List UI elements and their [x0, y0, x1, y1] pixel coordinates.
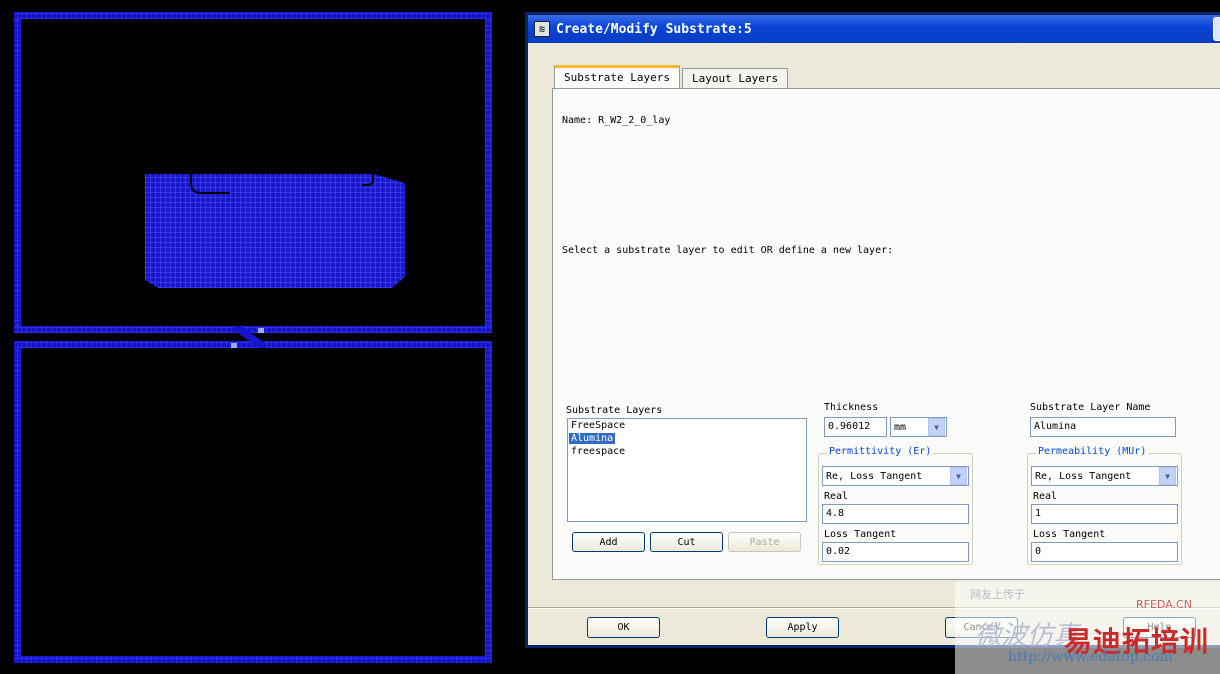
resistor-pad — [145, 174, 405, 288]
thickness-input[interactable]: 0.96012 — [824, 417, 887, 437]
permittivity-group: Permittivity (Er) Re, Loss Tangent ▼ Rea… — [818, 446, 973, 565]
app-icon: ≋ — [534, 21, 550, 37]
ground-plane-bottom — [14, 341, 492, 663]
chevron-down-icon[interactable]: ▼ — [950, 467, 967, 485]
cut-button[interactable]: Cut — [650, 532, 723, 552]
title-bar[interactable]: ≋ Create/Modify Substrate:5 — [528, 15, 1220, 43]
pad-notch — [190, 174, 230, 194]
permittivity-real-label: Real — [824, 491, 849, 502]
watermark-text-url: http://www.edatop.com — [1008, 649, 1173, 665]
permeability-loss-label: Loss Tangent — [1033, 529, 1106, 540]
chevron-down-icon[interactable]: ▼ — [928, 418, 945, 436]
port-marker-1 — [258, 328, 264, 333]
permeability-loss-input[interactable]: 0 — [1031, 542, 1178, 562]
footer-separator-highlight — [528, 608, 1220, 609]
thickness-unit-value: mm — [894, 421, 907, 433]
thickness-unit-select[interactable]: mm ▼ — [890, 417, 947, 437]
layout-canvas[interactable] — [0, 0, 520, 674]
substrate-name: Name: R_W2_2_0_lay — [562, 115, 671, 126]
list-item[interactable]: freespace — [568, 445, 806, 458]
paste-button[interactable]: Paste — [728, 532, 801, 552]
chevron-down-icon[interactable]: ▼ — [1159, 467, 1176, 485]
permeability-label: Permeability (MUr) — [1036, 446, 1149, 457]
close-button[interactable] — [1213, 17, 1220, 41]
permeability-real-input[interactable]: 1 — [1031, 504, 1178, 524]
apply-button[interactable]: Apply — [766, 617, 839, 638]
tab-panel: Name: R_W2_2_0_lay Select a substrate la… — [552, 88, 1220, 580]
permittivity-loss-input[interactable]: 0.02 — [822, 542, 969, 562]
permittivity-label: Permittivity (Er) — [827, 446, 934, 457]
permeability-real-label: Real — [1033, 491, 1058, 502]
permeability-mode-value: Re, Loss Tangent — [1035, 470, 1132, 482]
substrate-layers-label: Substrate Layers — [566, 405, 663, 416]
list-item[interactable]: FreeSpace — [568, 419, 806, 432]
add-button[interactable]: Add — [572, 532, 645, 552]
substrate-layers-list[interactable]: FreeSpace Alumina freespace — [567, 418, 807, 522]
thickness-label: Thickness — [824, 402, 879, 413]
substrate-dialog: ≋ Create/Modify Substrate:5 Substrate La… — [525, 12, 1220, 648]
instruction-text: Select a substrate layer to edit OR defi… — [562, 245, 894, 256]
ok-button[interactable]: OK — [587, 617, 660, 638]
pad-notch-right — [362, 174, 374, 186]
permittivity-mode-value: Re, Loss Tangent — [826, 470, 923, 482]
port-marker-2 — [231, 343, 237, 348]
permittivity-loss-label: Loss Tangent — [824, 529, 897, 540]
permeability-mode-select[interactable]: Re, Loss Tangent ▼ — [1031, 466, 1178, 486]
layer-name-input[interactable]: Alumina — [1030, 417, 1176, 437]
watermark-text-upload: 网友上传于 — [970, 588, 1025, 601]
watermark-text-rfeda: RFEDA.CN — [1136, 598, 1192, 611]
permittivity-mode-select[interactable]: Re, Loss Tangent ▼ — [822, 466, 969, 486]
list-item-selected[interactable]: Alumina — [568, 432, 806, 445]
layer-name-label: Substrate Layer Name — [1030, 402, 1151, 413]
permeability-group: Permeability (MUr) Re, Loss Tangent ▼ Re… — [1027, 446, 1182, 565]
permittivity-real-input[interactable]: 4.8 — [822, 504, 969, 524]
window-title: Create/Modify Substrate:5 — [556, 21, 752, 37]
